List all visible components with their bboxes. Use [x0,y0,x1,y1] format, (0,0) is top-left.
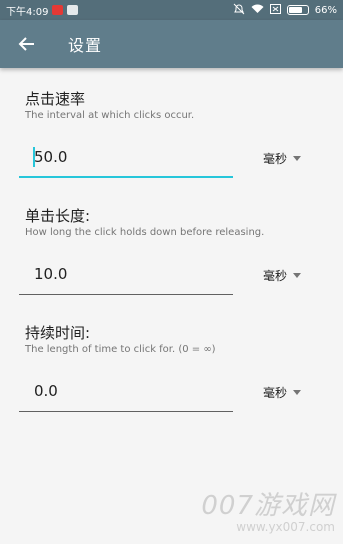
sim-icon [269,3,281,17]
app-bar: 设置 [0,20,343,68]
input-value: 10.0 [34,265,68,283]
click-rate-unit-dropdown[interactable]: 毫秒 [263,150,302,167]
click-rate-input[interactable]: 50.0 [19,136,233,178]
setting-duration: 持续时间: The length of time to click for. (… [0,302,343,419]
page-title: 设置 [68,36,103,55]
setting-description: The length of time to click for. (0 = ∞) [25,344,216,355]
mute-icon [233,3,245,18]
notification-image-icon [67,5,79,15]
status-time: 下午4:09 [6,6,49,18]
click-length-unit-dropdown[interactable]: 毫秒 [263,267,302,284]
unit-label: 毫秒 [263,386,288,400]
battery-percent: 66% [314,4,337,16]
duration-input[interactable]: 0.0 [19,370,233,412]
setting-description: The interval at which clicks occur. [25,110,195,121]
setting-description: How long the click holds down before rel… [25,227,265,238]
battery-icon [286,5,309,15]
watermark-url: www.yx007.com [236,520,335,534]
notification-app-icon [52,5,64,15]
dropdown-arrow-icon [293,390,302,395]
dropdown-arrow-icon [293,156,302,161]
settings-list: 点击速率 The interval at which clicks occur.… [0,68,343,419]
setting-title: 持续时间: [25,324,91,342]
click-length-input[interactable]: 10.0 [19,253,233,295]
setting-click-length: 单击长度: How long the click holds down befo… [0,185,343,302]
setting-title: 单击长度: [25,207,91,225]
watermark-logo: 007游戏网 [201,491,335,521]
input-value: 50.0 [34,148,68,166]
duration-unit-dropdown[interactable]: 毫秒 [263,384,302,401]
setting-click-rate: 点击速率 The interval at which clicks occur.… [0,68,343,185]
text-cursor [33,147,35,167]
back-arrow-icon[interactable] [16,33,38,55]
dropdown-arrow-icon [293,273,302,278]
watermark: 007游戏网 www.yx007.com [201,485,335,534]
wifi-icon [251,4,264,17]
status-bar: 下午4:09 66% [0,0,343,20]
unit-label: 毫秒 [263,152,288,166]
setting-title: 点击速率 [25,90,86,108]
unit-label: 毫秒 [263,269,288,283]
input-value: 0.0 [34,382,58,400]
